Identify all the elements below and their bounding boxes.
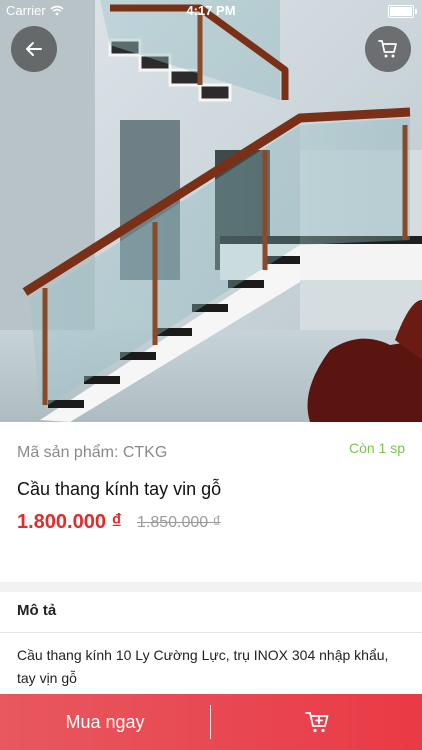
battery-icon [388,5,417,18]
description-heading: Mô tả [17,602,57,619]
description-text: Cầu thang kính 10 Ly Cường Lực, trụ INOX… [17,647,389,686]
product-name: Cầu thang kính tay vin gỗ [17,479,222,499]
cart-button[interactable] [365,26,411,72]
divider [0,632,422,633]
buy-now-button[interactable]: Mua ngay [0,694,210,750]
product-image [0,0,422,422]
add-to-cart-button[interactable] [211,694,422,750]
status-time: 4:17 PM [186,3,236,18]
product-price: 1.800.000 ₫ [17,511,122,533]
product-code: Mã sản phẩm: CTKG [17,444,168,461]
product-info: Mã sản phẩm: CTKG Còn 1 sp Cầu thang kín… [0,422,422,582]
status-bar: Carrier 4:17 PM [0,0,422,22]
cart-plus-icon [304,712,328,733]
description-section: Mô tả Cầu thang kính 10 Ly Cường Lực, tr… [0,592,422,696]
stock-status: Còn 1 sp [348,440,405,456]
staircase-photo [0,0,422,422]
product-old-price: 1.850.000 ₫ [137,514,221,531]
cart-icon [378,40,397,58]
arrow-left-icon [26,42,42,56]
back-button[interactable] [11,26,57,72]
bottom-action-bar: Mua ngay [0,694,422,750]
